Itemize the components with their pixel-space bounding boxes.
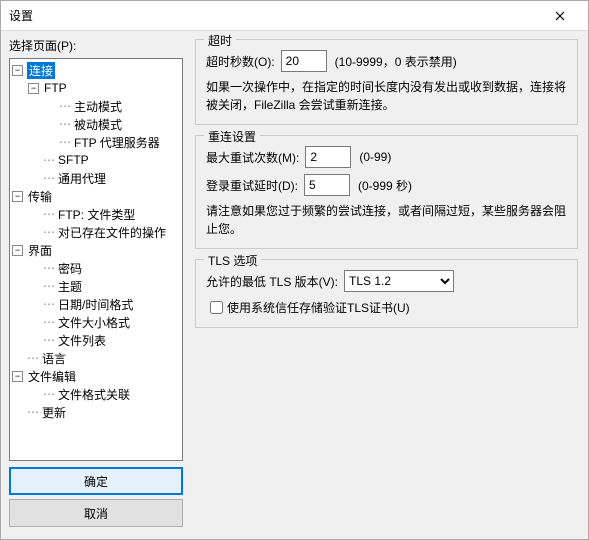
tree-node-ftp-proxy[interactable]: ⋯FTP 代理服务器 bbox=[42, 133, 182, 151]
tree-node-sftp[interactable]: ⋯SFTP bbox=[26, 151, 182, 169]
max-retry-input[interactable] bbox=[305, 146, 351, 168]
reconnect-desc: 请注意如果您过于频繁的尝试连接，或者间隔过短，某些服务器会阻止您。 bbox=[206, 202, 567, 238]
close-button[interactable] bbox=[540, 1, 580, 31]
window-title: 设置 bbox=[9, 7, 540, 24]
group-timeout: 超时 超时秒数(O): (10-9999，0 表示禁用) 如果一次操作中，在指定… bbox=[195, 39, 578, 125]
tree-node-connection[interactable]: − 连接 bbox=[10, 61, 182, 79]
retry-delay-hint: (0-999 秒) bbox=[358, 177, 412, 194]
group-tls-title: TLS 选项 bbox=[204, 252, 261, 269]
cancel-button[interactable]: 取消 bbox=[9, 499, 183, 527]
group-tls: TLS 选项 允许的最低 TLS 版本(V): TLS 1.2 使用系统信任存储… bbox=[195, 259, 578, 328]
tree-node-generic-proxy[interactable]: ⋯通用代理 bbox=[26, 169, 182, 187]
tree-node-theme[interactable]: ⋯主题 bbox=[26, 277, 182, 295]
timeout-seconds-hint: (10-9999，0 表示禁用) bbox=[335, 53, 457, 70]
timeout-desc: 如果一次操作中，在指定的时间长度内没有发出或收到数据，连接将被关闭，FileZi… bbox=[206, 78, 567, 114]
tls-min-label: 允许的最低 TLS 版本(V): bbox=[206, 273, 338, 290]
retry-delay-input[interactable] bbox=[304, 174, 350, 196]
tree-node-language[interactable]: ⋯语言 bbox=[10, 349, 182, 367]
tree-node-filesize[interactable]: ⋯文件大小格式 bbox=[26, 313, 182, 331]
collapse-icon[interactable]: − bbox=[12, 65, 23, 76]
tree-node-update[interactable]: ⋯更新 bbox=[10, 403, 182, 421]
page-tree[interactable]: − 连接 − FTP ⋯主动模式 ⋯被动模式 bbox=[9, 58, 183, 461]
timeout-seconds-label: 超时秒数(O): bbox=[206, 53, 275, 70]
tree-node-transfer[interactable]: − 传输 bbox=[10, 187, 182, 205]
close-icon bbox=[555, 11, 565, 21]
select-page-label: 选择页面(P): bbox=[9, 37, 183, 54]
tls-trust-checkbox[interactable] bbox=[210, 301, 223, 314]
right-panel: 超时 超时秒数(O): (10-9999，0 表示禁用) 如果一次操作中，在指定… bbox=[191, 31, 588, 539]
tls-min-select[interactable]: TLS 1.2 bbox=[344, 270, 454, 292]
collapse-icon[interactable]: − bbox=[28, 83, 39, 94]
ok-button[interactable]: 确定 bbox=[9, 467, 183, 495]
max-retry-label: 最大重试次数(M): bbox=[206, 149, 299, 166]
tree-node-assoc[interactable]: ⋯文件格式关联 bbox=[26, 385, 182, 403]
collapse-icon[interactable]: − bbox=[12, 371, 23, 382]
group-reconnect-title: 重连设置 bbox=[204, 128, 260, 145]
tree-node-fileedit[interactable]: − 文件编辑 bbox=[10, 367, 182, 385]
tree-node-password[interactable]: ⋯密码 bbox=[26, 259, 182, 277]
group-reconnect: 重连设置 最大重试次数(M): (0-99) 登录重试延时(D): (0-999… bbox=[195, 135, 578, 249]
group-timeout-title: 超时 bbox=[204, 32, 236, 49]
timeout-seconds-input[interactable] bbox=[281, 50, 327, 72]
tree-node-existing[interactable]: ⋯对已存在文件的操作 bbox=[26, 223, 182, 241]
tree-node-active[interactable]: ⋯主动模式 bbox=[42, 97, 182, 115]
max-retry-hint: (0-99) bbox=[359, 150, 391, 164]
settings-window: 设置 选择页面(P): − 连接 − bbox=[0, 0, 589, 540]
tree-node-filelist[interactable]: ⋯文件列表 bbox=[26, 331, 182, 349]
tree-node-filetypes[interactable]: ⋯FTP: 文件类型 bbox=[26, 205, 182, 223]
tls-trust-label: 使用系统信任存储验证TLS证书(U) bbox=[227, 299, 410, 316]
collapse-icon[interactable]: − bbox=[12, 245, 23, 256]
titlebar: 设置 bbox=[1, 1, 588, 31]
tree-node-passive[interactable]: ⋯被动模式 bbox=[42, 115, 182, 133]
collapse-icon[interactable]: − bbox=[12, 191, 23, 202]
retry-delay-label: 登录重试延时(D): bbox=[206, 177, 298, 194]
tree-node-datetime[interactable]: ⋯日期/时间格式 bbox=[26, 295, 182, 313]
tree-node-ftp[interactable]: − FTP bbox=[26, 79, 182, 97]
tree-node-interface[interactable]: − 界面 bbox=[10, 241, 182, 259]
left-panel: 选择页面(P): − 连接 − FTP bbox=[1, 31, 191, 539]
